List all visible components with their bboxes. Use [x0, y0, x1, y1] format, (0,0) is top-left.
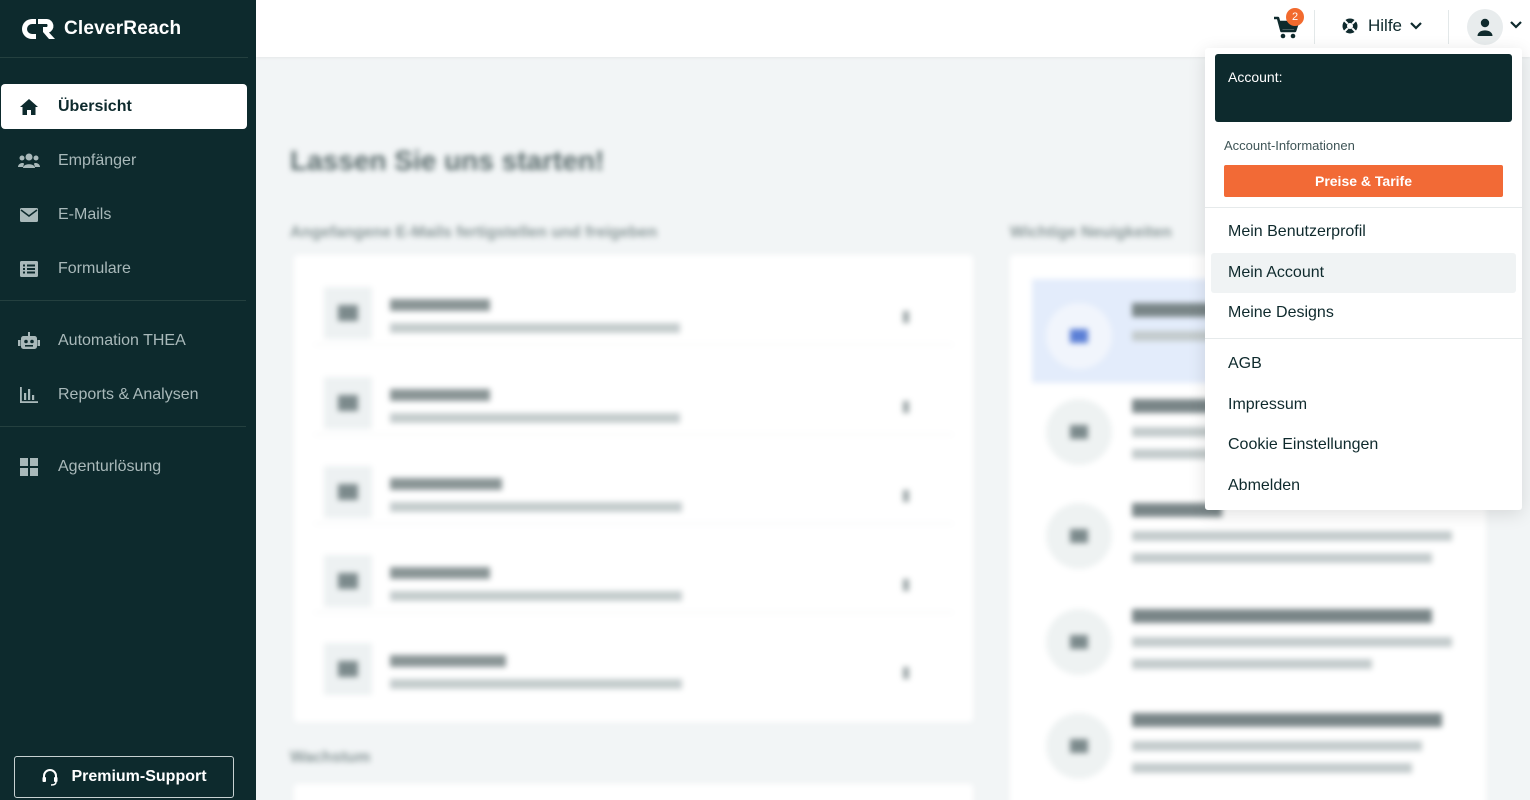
topbar-divider [1314, 10, 1315, 44]
sidebar-divider [0, 300, 246, 301]
brand-name: CleverReach [64, 17, 182, 39]
sidebar-item-emails[interactable]: E-Mails [1, 192, 247, 237]
chevron-down-icon [1410, 22, 1422, 30]
pricing-button[interactable]: Preise & Tarife [1224, 165, 1503, 197]
sidebar-item-reports[interactable]: Reports & Analysen [1, 372, 247, 417]
sidebar-item-empfaenger[interactable]: Empfänger [1, 138, 247, 183]
sidebar-item-label: Formulare [58, 259, 131, 277]
account-dropdown: Account: Account-Informationen Preise & … [1205, 48, 1522, 510]
list-item[interactable] [314, 533, 953, 613]
menu-item-logout[interactable]: Abmelden [1211, 466, 1516, 506]
sidebar-item-label: Übersicht [58, 97, 132, 115]
help-menu[interactable]: Hilfe [1342, 16, 1422, 36]
menu-item-cookie-settings[interactable]: Cookie Einstellungen [1211, 425, 1516, 465]
users-icon [18, 150, 40, 172]
grid-icon [18, 456, 40, 478]
support-globe-icon [1342, 18, 1358, 34]
cleverreach-logo-icon [22, 18, 55, 39]
sidebar-item-agenturloesung[interactable]: Agenturlösung [1, 444, 247, 489]
sidebar-item-formulare[interactable]: Formulare [1, 246, 247, 291]
list-item[interactable] [314, 621, 953, 701]
bar-chart-icon [18, 384, 40, 406]
envelope-icon [18, 204, 40, 226]
drafts-card [294, 255, 973, 722]
list-item[interactable] [314, 355, 953, 435]
sidebar-item-uebersicht[interactable]: Übersicht [1, 84, 247, 129]
left-section-title: Angefangene E-Mails fertigstellen und fr… [290, 224, 658, 241]
sidebar-divider [0, 426, 246, 427]
list-item[interactable] [1032, 585, 1464, 689]
logo[interactable]: CleverReach [0, 0, 248, 58]
menu-item-agb[interactable]: AGB [1211, 344, 1516, 384]
account-info-link[interactable]: Account-Informationen [1224, 138, 1355, 153]
dropdown-divider [1205, 338, 1522, 339]
menu-item-impressum[interactable]: Impressum [1211, 385, 1516, 425]
menu-item-my-account[interactable]: Mein Account [1211, 253, 1516, 293]
bottom-section-title: Wachstum [290, 749, 371, 766]
dropdown-divider [1205, 207, 1522, 208]
home-icon [18, 96, 40, 118]
sidebar-item-label: Automation THEA [58, 331, 186, 349]
user-avatar[interactable] [1467, 9, 1503, 45]
sidebar-item-label: E-Mails [58, 205, 112, 223]
premium-support-label: Premium-Support [71, 768, 207, 785]
sidebar-item-label: Agenturlösung [58, 457, 162, 475]
sidebar: CleverReach Übersicht Empfänger E-Mails … [0, 0, 256, 800]
menu-item-my-designs[interactable]: Meine Designs [1211, 293, 1516, 333]
cart-count-badge: 2 [1286, 8, 1304, 26]
robot-icon [18, 330, 40, 352]
account-label: Account: [1228, 69, 1283, 85]
user-icon [1477, 18, 1493, 36]
account-box: Account: [1215, 54, 1512, 122]
list-item[interactable] [314, 265, 953, 345]
growth-card [294, 784, 973, 800]
sidebar-item-label: Empfänger [58, 151, 137, 169]
sidebar-item-label: Reports & Analysen [58, 385, 199, 403]
premium-support-button[interactable]: Premium-Support [14, 756, 234, 798]
help-label: Hilfe [1368, 16, 1403, 35]
sidebar-item-automation-thea[interactable]: Automation THEA [1, 318, 247, 363]
chevron-down-icon[interactable] [1510, 21, 1522, 29]
list-item[interactable] [314, 444, 953, 524]
page-heading: Lassen Sie uns starten! [290, 145, 605, 176]
topbar-divider [1448, 10, 1449, 44]
headset-icon [41, 768, 59, 786]
sidebar-nav: Übersicht Empfänger E-Mails Formulare Au… [0, 58, 256, 489]
list-icon [18, 258, 40, 280]
list-item[interactable] [1032, 689, 1464, 793]
menu-item-user-profile[interactable]: Mein Benutzerprofil [1211, 212, 1516, 252]
